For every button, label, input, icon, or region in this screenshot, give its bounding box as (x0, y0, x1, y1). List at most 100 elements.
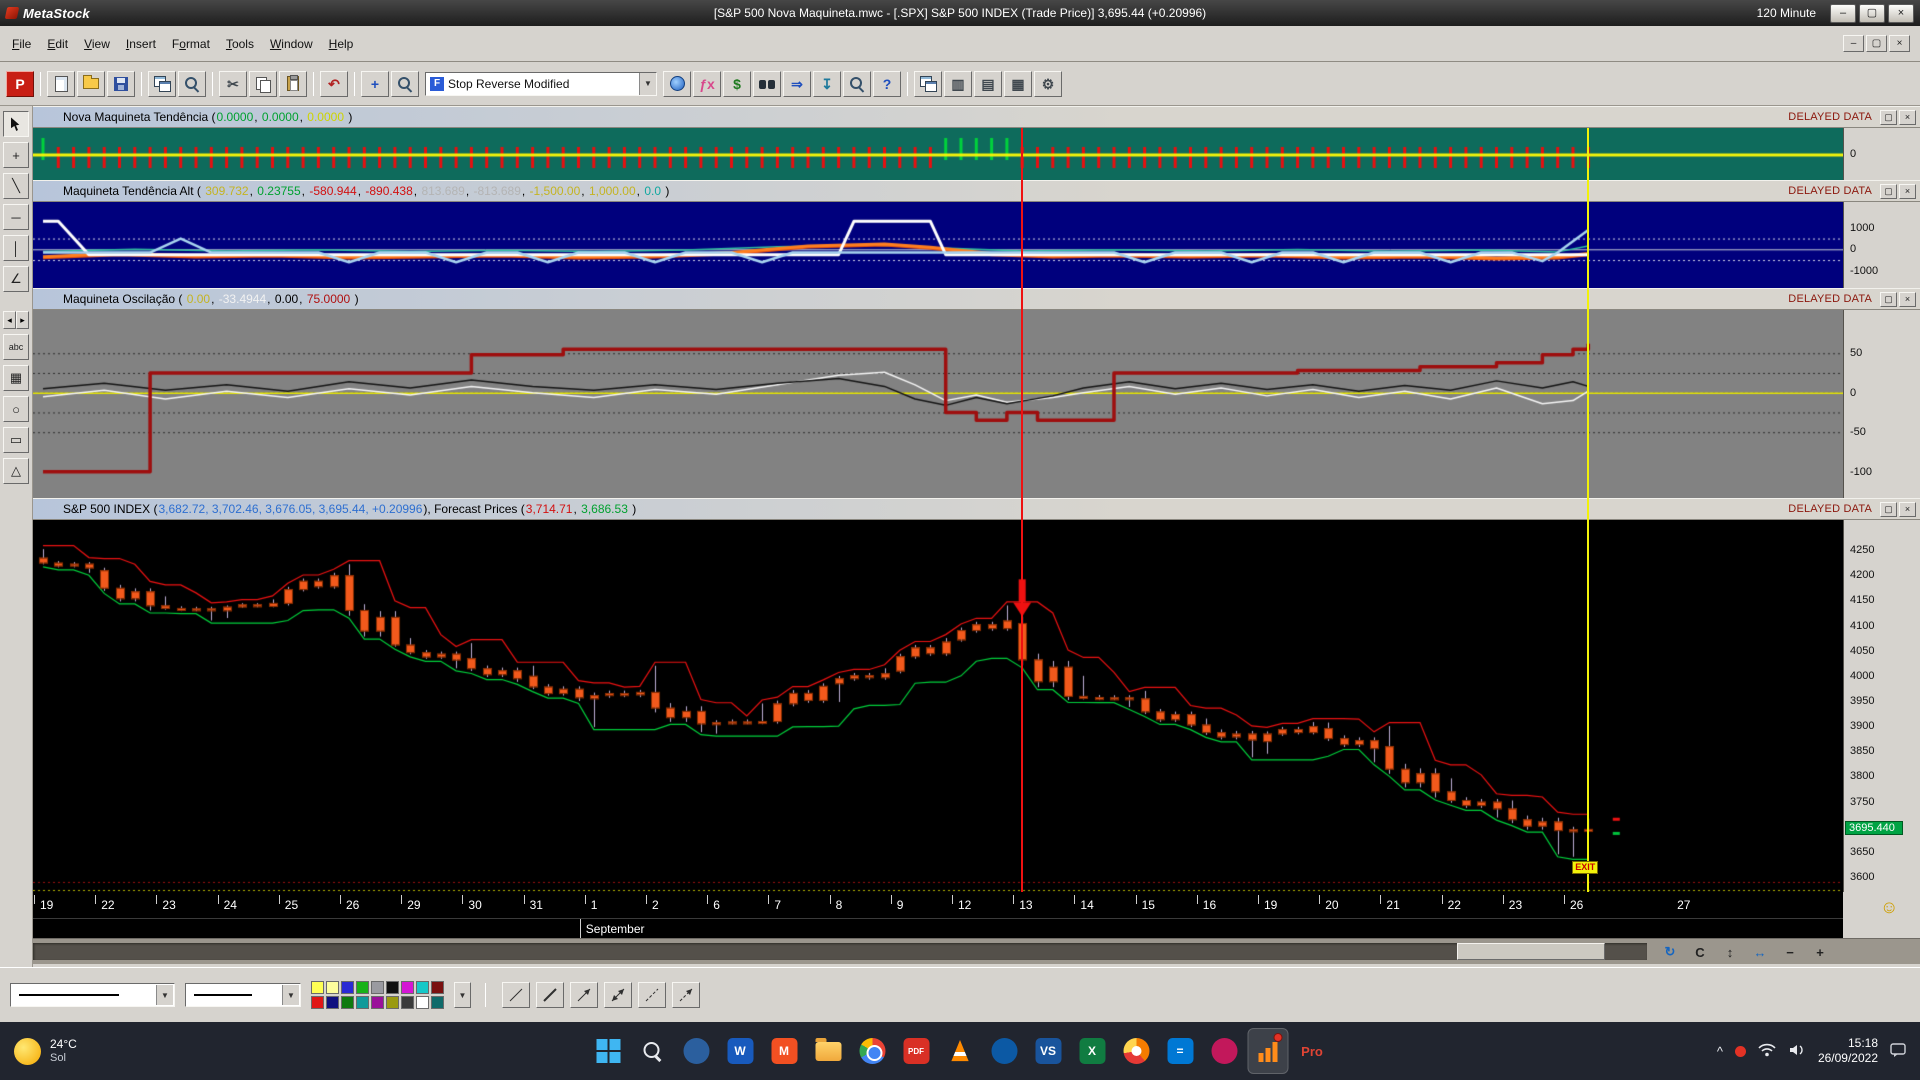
panel-restore-button[interactable]: ▢ (1880, 502, 1897, 517)
panel-close-button[interactable]: × (1899, 502, 1916, 517)
volume-icon[interactable] (1788, 1043, 1806, 1060)
palette-color[interactable] (401, 981, 414, 994)
tile-vertical-button[interactable]: ▥ (944, 71, 972, 97)
panel-1-plot[interactable] (33, 128, 1843, 180)
crosshair-button[interactable]: + (361, 71, 389, 97)
notification-icon[interactable] (1890, 1042, 1906, 1061)
calculator-button[interactable]: = (1160, 1028, 1201, 1074)
paste-button[interactable] (279, 71, 307, 97)
palette-color[interactable] (431, 996, 444, 1009)
menu-view[interactable]: View (76, 34, 118, 54)
trendline-tool[interactable]: ╲ (3, 173, 29, 199)
tile-horizontal-button[interactable]: ▤ (974, 71, 1002, 97)
panel-close-button[interactable]: × (1899, 292, 1916, 307)
fit-vertical-button[interactable]: ↕ (1717, 942, 1743, 962)
media-button[interactable] (1204, 1028, 1245, 1074)
run-button[interactable]: ⇒ (783, 71, 811, 97)
palette-color[interactable] (371, 996, 384, 1009)
menu-file[interactable]: File (4, 34, 39, 54)
save-chart-button[interactable] (107, 71, 135, 97)
excel-button[interactable]: X (1072, 1028, 1113, 1074)
child-restore-button[interactable]: ▢ (1866, 35, 1887, 52)
palette-dropdown-button[interactable]: ▼ (454, 982, 471, 1008)
visual-studio-button[interactable]: VS (1028, 1028, 1069, 1074)
tile-grid-button[interactable]: ▦ (1004, 71, 1032, 97)
menu-tools[interactable]: Tools (218, 34, 262, 54)
horizontal-line-tool[interactable]: ─ (3, 204, 29, 230)
tray-expand-icon[interactable]: ^ (1717, 1044, 1723, 1059)
explorer-button[interactable] (843, 71, 871, 97)
start-button[interactable] (588, 1028, 629, 1074)
minimize-button[interactable]: – (1830, 4, 1856, 23)
word-button[interactable]: W (720, 1028, 761, 1074)
new-chart-button[interactable] (47, 71, 75, 97)
palette-color[interactable] (311, 996, 324, 1009)
dollar-button[interactable]: $ (723, 71, 751, 97)
layouts-button[interactable] (148, 71, 176, 97)
palette-color[interactable] (401, 996, 414, 1009)
palette-color[interactable] (326, 996, 339, 1009)
palette-color[interactable] (386, 981, 399, 994)
system-select[interactable]: FStop Reverse Modified▼ (425, 72, 657, 96)
panel-4-plot[interactable] (33, 520, 1843, 892)
metastock-pro-button[interactable]: Pro (1292, 1028, 1333, 1074)
panel-2-plot[interactable] (33, 202, 1843, 288)
panel-restore-button[interactable]: ▢ (1880, 110, 1897, 125)
vertical-line-tool[interactable]: │ (3, 235, 29, 261)
menu-format[interactable]: Format (164, 34, 218, 54)
dropdown-arrow-icon[interactable]: ▼ (156, 985, 173, 1005)
feedback-smiley-button[interactable]: ☺ (1880, 898, 1898, 916)
zoom-in-button[interactable]: + (1807, 942, 1833, 962)
panel-1-scale[interactable]: 0 (1843, 128, 1920, 180)
menu-insert[interactable]: Insert (118, 34, 164, 54)
palette-color[interactable] (341, 981, 354, 994)
palette-color[interactable] (341, 996, 354, 1009)
copy-button[interactable] (249, 71, 277, 97)
palette-color[interactable] (356, 981, 369, 994)
maximize-button[interactable]: ▢ (1859, 4, 1885, 23)
palette-color[interactable] (371, 981, 384, 994)
palette-color[interactable] (326, 981, 339, 994)
undo-button[interactable]: ↶ (320, 71, 348, 97)
palette-color[interactable] (311, 981, 324, 994)
menu-window[interactable]: Window (262, 34, 321, 54)
grid-tool[interactable]: ▦ (3, 365, 29, 391)
compress-button[interactable]: C (1687, 942, 1713, 962)
search-button[interactable] (632, 1028, 673, 1074)
trendline-button[interactable] (502, 982, 530, 1008)
triangle-tool[interactable]: △ (3, 458, 29, 484)
print-preview-button[interactable] (178, 71, 206, 97)
trendline-thick-button[interactable] (536, 982, 564, 1008)
chrome-button[interactable] (852, 1028, 893, 1074)
open-chart-button[interactable] (77, 71, 105, 97)
child-close-button[interactable]: × (1889, 35, 1910, 52)
ellipse-tool[interactable]: ○ (3, 396, 29, 422)
menu-edit[interactable]: Edit (39, 34, 76, 54)
close-button[interactable]: × (1888, 4, 1914, 23)
metastock-orange-button[interactable]: M (764, 1028, 805, 1074)
dropdown-arrow-icon[interactable]: ▼ (282, 985, 299, 1005)
cut-button[interactable]: ✂ (219, 71, 247, 97)
line-style-select[interactable]: ▼ (10, 983, 175, 1007)
angle-line-tool[interactable]: ∠ (3, 266, 29, 292)
palette-color[interactable] (416, 996, 429, 1009)
arrow-line-button[interactable] (570, 982, 598, 1008)
palette-color[interactable] (431, 981, 444, 994)
crosshair-tool[interactable]: + (3, 142, 29, 168)
wifi-icon[interactable] (1758, 1043, 1776, 1060)
menu-help[interactable]: Help (321, 34, 362, 54)
panel-close-button[interactable]: × (1899, 184, 1916, 199)
panel-4-scale[interactable]: 4250420041504100405040003950390038503800… (1843, 520, 1920, 892)
browser-button[interactable] (1116, 1028, 1157, 1074)
zoom-button[interactable] (391, 71, 419, 97)
panel-3-plot[interactable] (33, 310, 1843, 498)
help-button[interactable]: ? (873, 71, 901, 97)
palette-color[interactable] (386, 996, 399, 1009)
panel-restore-button[interactable]: ▢ (1880, 292, 1897, 307)
rectangle-tool[interactable]: ▭ (3, 427, 29, 453)
panel-close-button[interactable]: × (1899, 110, 1916, 125)
tray-app-icon[interactable] (1735, 1046, 1746, 1057)
double-arrow-line-button[interactable] (604, 982, 632, 1008)
power-console-button[interactable]: P (6, 71, 34, 97)
zoom-out-button[interactable]: − (1777, 942, 1803, 962)
